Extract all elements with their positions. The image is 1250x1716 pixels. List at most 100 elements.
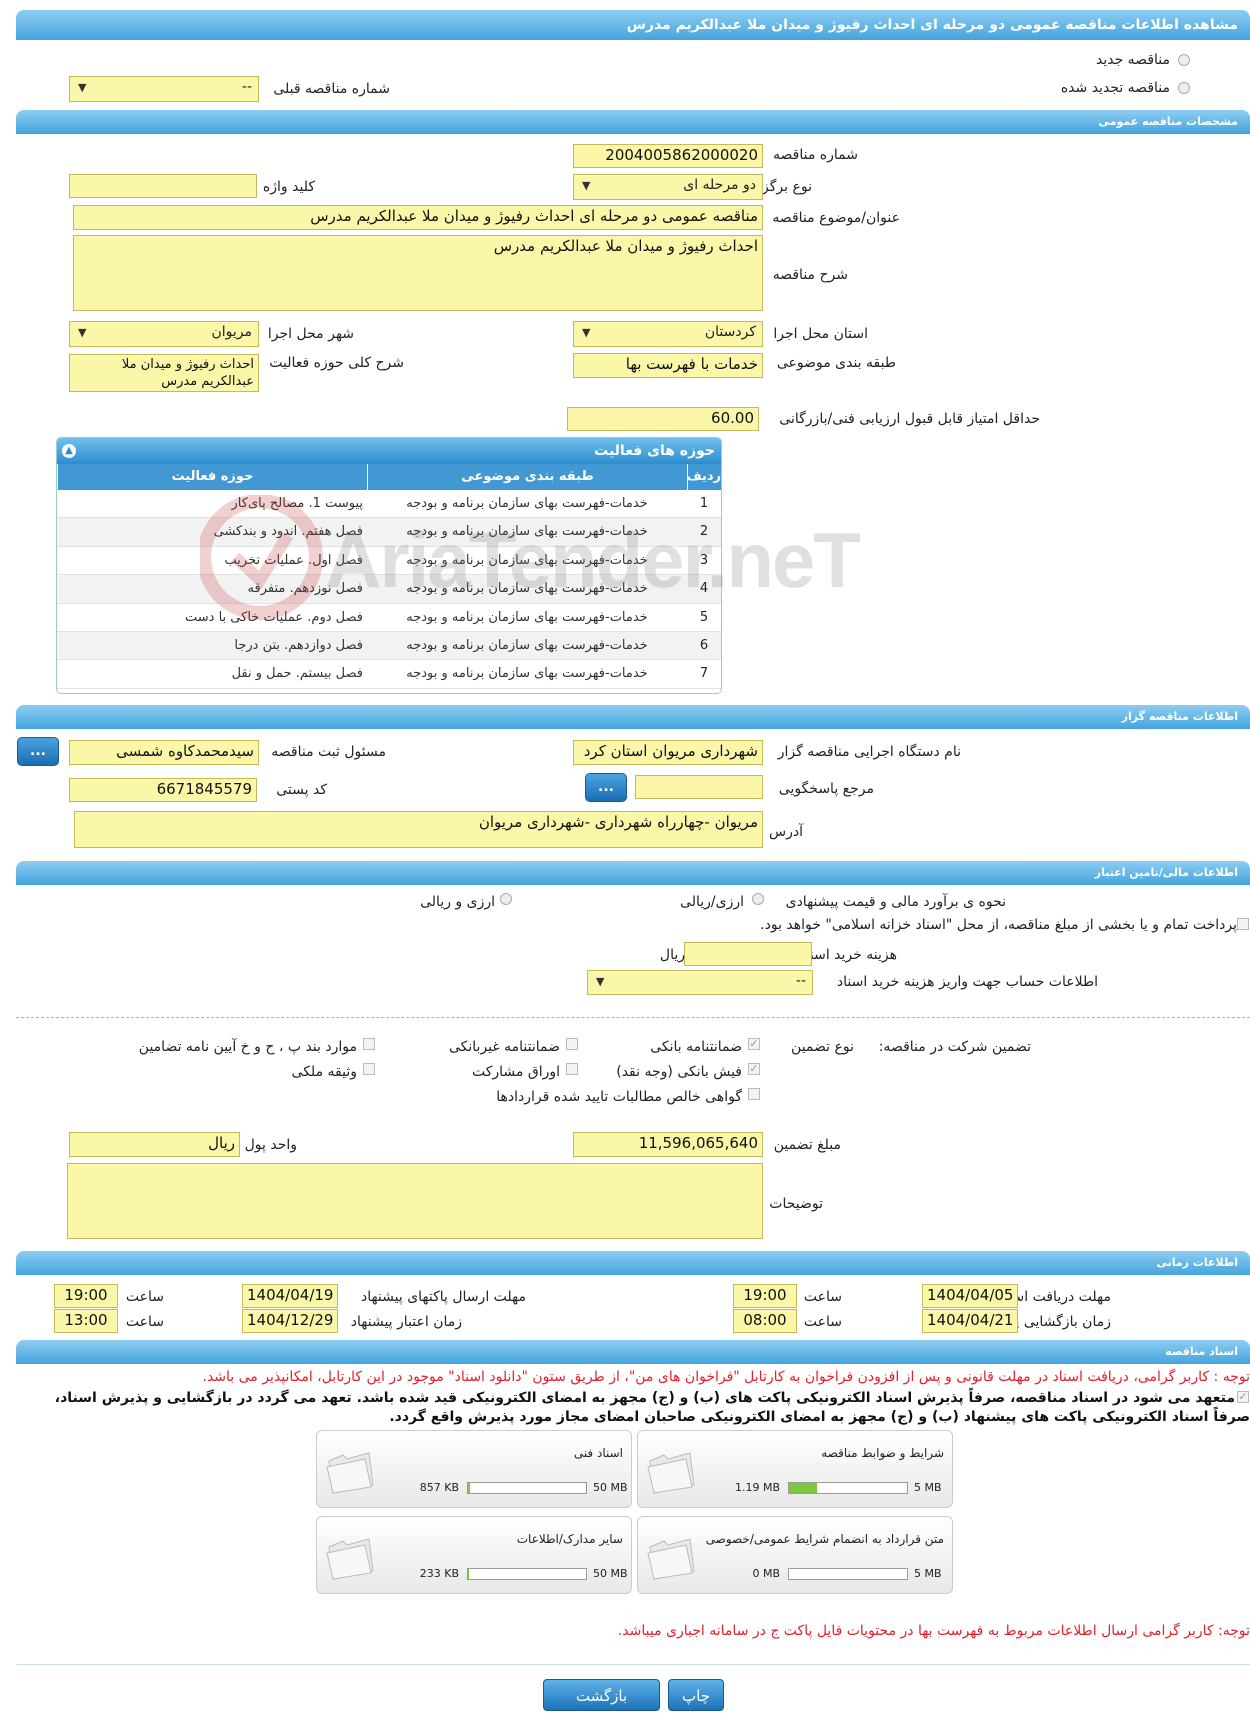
tender-number-field[interactable]: 2004005862000020 <box>573 144 763 168</box>
account-label: اطلاعات حساب جهت واریز هزینه خرید اسناد <box>836 974 1098 990</box>
new-tender-radio[interactable] <box>1178 54 1190 66</box>
bonds-label: اوراق مشارکت <box>471 1064 560 1080</box>
commitment-line-1: متعهد می شود در اسناد مناقصه، صرفاً پذیر… <box>54 1390 1235 1406</box>
prev-tender-label: شماره مناقصه قبلی <box>273 81 390 97</box>
submit-hour-label: ساعت <box>125 1289 164 1305</box>
city-select[interactable]: مریوان ▼ <box>69 321 259 347</box>
commitment-line-2: صرفاً اسناد الکترونیکی پاکت های پیشنهاد … <box>389 1409 1250 1425</box>
doc-deadline-date[interactable]: 1404/04/05 <box>922 1284 1018 1308</box>
row-number: 6 <box>699 637 709 653</box>
doc-deadline-time[interactable]: 19:00 <box>733 1284 797 1308</box>
doc-progress-bar <box>788 1568 908 1580</box>
doc-file-terms[interactable]: شرایط و ضوابط مناقصه 5 MB 1.19 MB <box>637 1430 953 1508</box>
doc-cost-label: هزینه خرید اسناد <box>799 947 897 963</box>
submit-time[interactable]: 19:00 <box>54 1284 118 1308</box>
province-select[interactable]: کردستان ▼ <box>573 321 763 347</box>
islamic-treasury-checkbox[interactable] <box>1237 918 1249 930</box>
table-row: 7 خدمات-فهرست بهای سازمان برنامه و بودجه ف… <box>57 660 721 689</box>
doc-file-contract[interactable]: متن قرارداد به انضمام شرایط عمومی/خصوصی … <box>637 1516 953 1594</box>
row-field: فصل بیستم. حمل و نقل <box>231 666 363 682</box>
type-select[interactable]: دو مرحله ای ▼ <box>573 174 763 200</box>
rial-radio[interactable] <box>752 893 764 905</box>
page-title-bar: مشاهده اطلاعات مناقصه عمومی دو مرحله ای … <box>16 10 1250 40</box>
doc-cost-field[interactable] <box>684 942 812 966</box>
nonbank-guarantee-label: ضمانتنامه غیربانکی <box>448 1039 560 1055</box>
new-tender-label: مناقصه جدید <box>1095 52 1170 68</box>
row-number: 7 <box>699 666 709 682</box>
open-hour-label: ساعت <box>803 1314 842 1330</box>
property-checkbox[interactable] <box>363 1063 375 1075</box>
category-label: طبقه بندی موضوعی <box>776 355 896 371</box>
renewed-tender-radio[interactable] <box>1178 82 1190 94</box>
general-section-title: مشخصات مناقصه عمومی <box>1098 115 1238 128</box>
min-score-label: حداقل امتیاز قابل قبول ارزیابی فنی/بازرگ… <box>779 411 1040 427</box>
back-button[interactable]: بازگشت <box>543 1679 660 1711</box>
guarantee-title: تضمین شرکت در مناقصه: <box>878 1039 1031 1055</box>
activity-desc-field[interactable]: احداث رفیوژ و میدان ملا عبدالکریم مدرس <box>69 354 259 392</box>
documents-note: توجه : کاربر گرامی، دریافت اسناد در مهلت… <box>202 1369 1250 1385</box>
fx-radio[interactable] <box>500 893 512 905</box>
open-time[interactable]: 08:00 <box>733 1309 797 1333</box>
folder-icon <box>647 1452 695 1494</box>
doc-progress-bar <box>788 1482 908 1494</box>
reference-field[interactable] <box>635 775 763 799</box>
nonbank-guarantee-checkbox[interactable] <box>566 1038 578 1050</box>
open-date[interactable]: 1404/04/21 <box>922 1309 1018 1333</box>
currency-field[interactable]: ریال <box>69 1132 240 1157</box>
doc-progress-fill <box>468 1483 470 1493</box>
category-field[interactable]: خدمات با فهرست بها <box>573 353 763 378</box>
prev-tender-select[interactable]: -- ▼ <box>69 76 259 102</box>
postal-field[interactable]: 6671845579 <box>69 778 257 802</box>
amount-field[interactable]: 11,596,065,640 <box>573 1132 763 1157</box>
subject-field[interactable]: مناقصه عمومی دو مرحله ای احداث رفیوژ و م… <box>73 205 763 230</box>
guarantee-type-label: نوع تضمین <box>791 1039 854 1055</box>
claims-label: گواهی خالص مطالبات تایید شده قراردادها <box>496 1089 742 1105</box>
collapse-icon[interactable]: ▲ <box>62 444 76 458</box>
print-button[interactable]: چاپ <box>668 1679 724 1711</box>
folder-icon <box>326 1538 374 1580</box>
claims-checkbox[interactable] <box>748 1088 760 1100</box>
account-select[interactable]: -- ▼ <box>587 970 813 995</box>
doc-file-name: سایر مدارک/اطلاعات <box>516 1532 623 1546</box>
keyword-field[interactable] <box>69 174 257 198</box>
header-category: طبقه بندی موضوعی <box>367 464 687 490</box>
doc-progress-bar <box>467 1482 587 1494</box>
table-row: 6 خدمات-فهرست بهای سازمان برنامه و بودجه ف… <box>57 631 721 661</box>
commitment-checkbox[interactable]: ✓ <box>1237 1391 1249 1403</box>
islamic-treasury-label: پرداخت تمام و یا بخشی از مبلغ مناقصه، از… <box>760 917 1237 933</box>
description-label: شرح مناقصه <box>772 267 848 283</box>
doc-file-technical[interactable]: اسناد فنی 50 MB 857 KB <box>316 1430 632 1508</box>
doc-progress-fill <box>789 1483 818 1493</box>
chevron-down-icon: ▼ <box>582 326 591 339</box>
notes-label: توضیحات <box>769 1196 823 1212</box>
submit-label: مهلت ارسال پاکتهای پیشنهاد <box>360 1289 526 1305</box>
doc-file-name: اسناد فنی <box>573 1446 623 1460</box>
other-items-checkbox[interactable] <box>363 1038 375 1050</box>
responsible-field[interactable]: سیدمحمدکاوه شمسی <box>69 740 259 765</box>
organizer-section-header: اطلاعات مناقصه گزار <box>16 705 1250 729</box>
doc-file-other[interactable]: سایر مدارک/اطلاعات 50 MB 233 KB <box>316 1516 632 1594</box>
city-label: شهر محل اجرا <box>267 326 354 342</box>
currency-label: واحد پول <box>244 1137 297 1153</box>
description-field[interactable]: احداث رفیوژ و میدان ملا عبدالکریم مدرس <box>73 235 763 311</box>
doc-file-name: متن قرارداد به انضمام شرایط عمومی/خصوصی <box>705 1532 944 1546</box>
submit-date[interactable]: 1404/04/19 <box>242 1284 338 1308</box>
documents-section-title: اسناد مناقصه <box>1165 1345 1238 1358</box>
doc-progress-bar <box>467 1568 587 1580</box>
cash-checkbox[interactable]: ✓ <box>748 1063 760 1075</box>
bonds-checkbox[interactable] <box>566 1063 578 1075</box>
doc-used-size: 1.19 MB <box>734 1481 780 1494</box>
notes-field[interactable] <box>67 1163 763 1239</box>
bank-guarantee-checkbox[interactable]: ✓ <box>748 1038 760 1050</box>
org-name-field[interactable]: شهرداری مریوان استان کرد <box>573 740 763 765</box>
responsible-lookup-button[interactable]: ... <box>17 737 59 766</box>
postal-label: کد پستی <box>276 782 327 798</box>
valid-date[interactable]: 1404/12/29 <box>242 1309 338 1333</box>
reference-lookup-button[interactable]: ... <box>585 773 627 802</box>
folder-icon <box>647 1538 695 1580</box>
divider <box>16 1664 1250 1665</box>
doc-max-size: 50 MB <box>593 1567 628 1580</box>
min-score-field[interactable]: 60.00 <box>567 407 759 431</box>
address-field[interactable]: مریوان -چهارراه شهرداری -شهرداری مریوان <box>74 811 763 848</box>
valid-time[interactable]: 13:00 <box>54 1309 118 1333</box>
